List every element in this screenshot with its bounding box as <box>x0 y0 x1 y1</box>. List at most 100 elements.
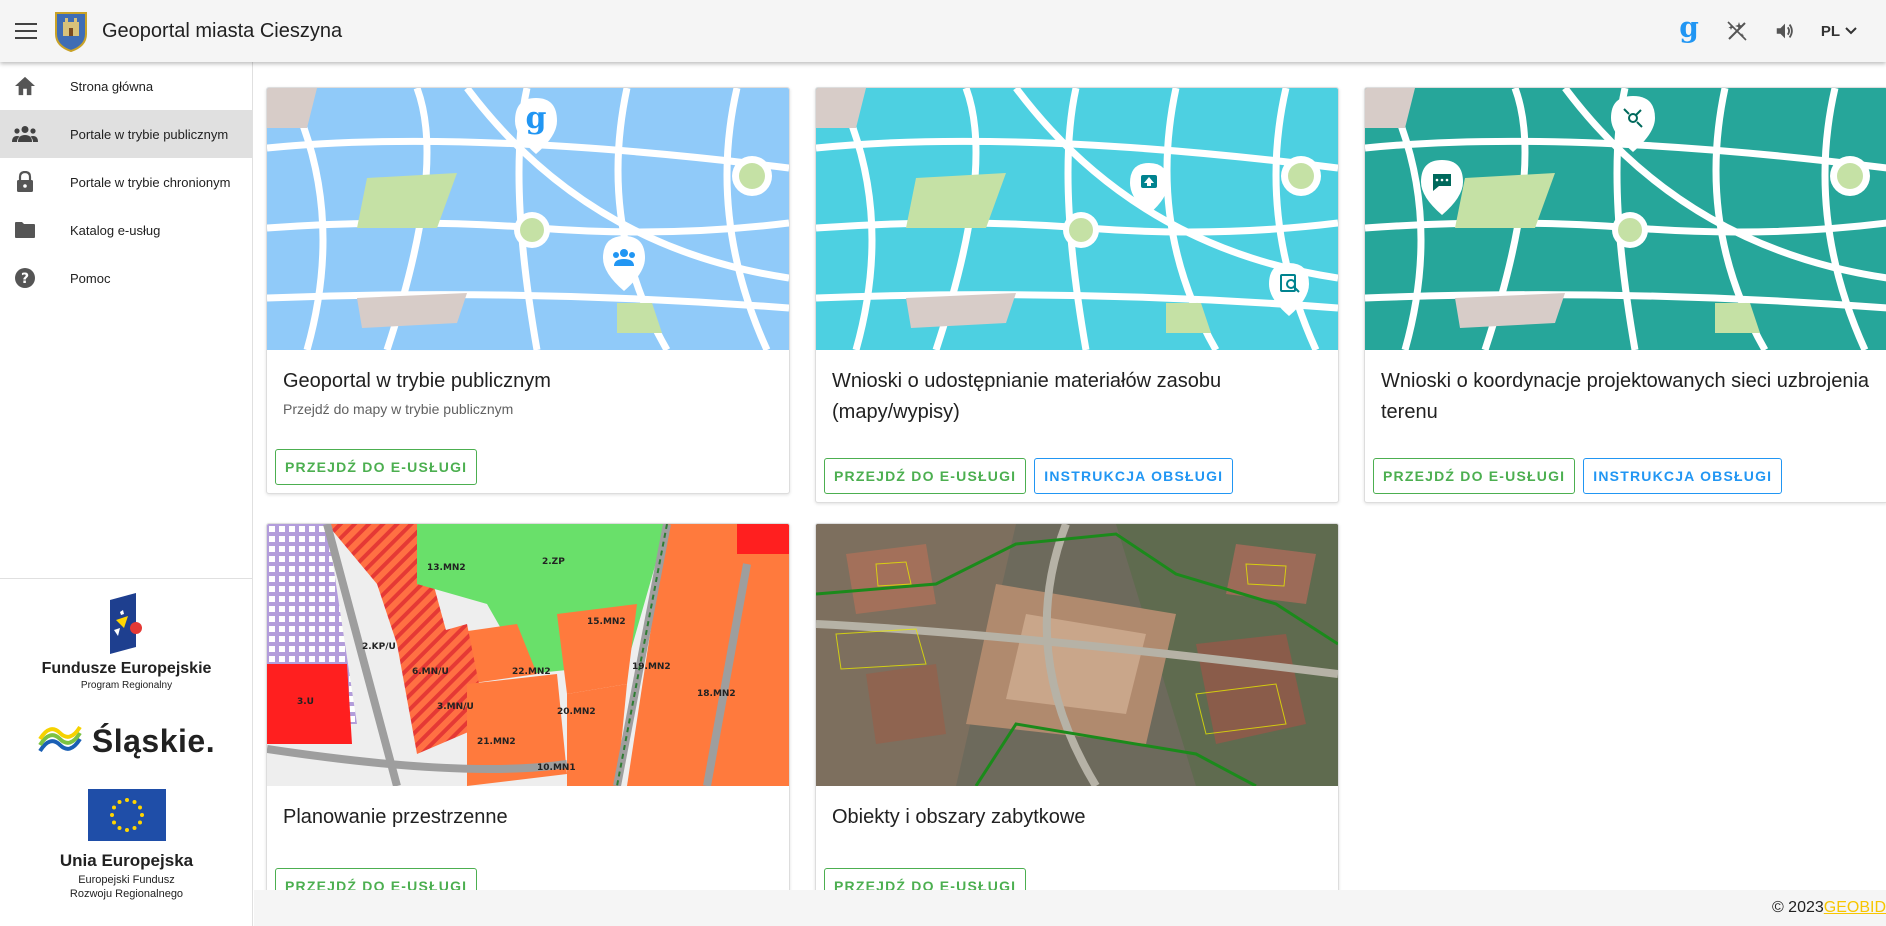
svg-text:18.MN2: 18.MN2 <box>697 689 736 699</box>
help-icon: ? <box>15 268 35 288</box>
svg-text:3.U: 3.U <box>297 697 314 707</box>
card-subtitle: Przejdź do mapy w trybie publicznym <box>283 401 514 417</box>
eu-star-icon <box>109 813 114 817</box>
card-actions: PRZEJDŹ DO E-USŁUGI INSTRUKCJA OBSŁUGI <box>816 458 1241 494</box>
home-icon <box>15 76 35 96</box>
go-to-eservice-button[interactable]: PRZEJDŹ DO E-USŁUGI <box>1373 458 1576 494</box>
logo-eu-subtitle-line2: Rozwoju Regionalnego <box>69 888 184 900</box>
svg-text:g: g <box>1679 15 1699 44</box>
logo-unia-europejska: Unia Europejska Europejski Fundusz Rozwo… <box>60 789 193 901</box>
eu-star-icon <box>117 800 121 804</box>
spatial-planning-map-image[interactable]: 13.MN2 2.ZP 15.MN2 22.MN2 19.MN2 18.MN2 … <box>267 524 789 786</box>
main-content: g Geoportal w trybie publicznym Przejdź … <box>254 62 1886 890</box>
svg-text:15.MN2: 15.MN2 <box>587 617 626 627</box>
logo-eu-subtitle: Europejski Fundusz Rozwoju Regionalnego <box>70 873 183 901</box>
sidebar-item-label: Portale w trybie chronionym <box>70 174 231 190</box>
sidebar-item-label: Strona główna <box>70 78 154 94</box>
chevron-down-icon <box>1845 27 1857 35</box>
logo-slaskie: Śląskie. <box>38 721 215 761</box>
svg-text:?: ? <box>21 271 29 287</box>
eu-star-icon <box>137 820 142 825</box>
card-public-geoportal: g Geoportal w trybie publicznym Przejdź … <box>266 87 790 494</box>
resource-requests-map-image[interactable] <box>816 88 1338 350</box>
animation-toggle-button[interactable] <box>1713 0 1761 62</box>
sidebar-item-eservices-catalog[interactable]: Katalog e-usług <box>0 206 252 254</box>
card-title: Geoportal w trybie publicznym <box>283 370 551 392</box>
funding-logos: Fundusze Europejskie Program Regionalny … <box>0 592 253 901</box>
language-value: PL <box>1820 22 1840 40</box>
app-header: Geoportal miasta Cieszyna g PL <box>0 0 1886 62</box>
logo-eu-subtitle-line1: Europejski Fundusz <box>78 874 175 886</box>
footer-brand-link[interactable]: GEOBID <box>1824 899 1886 917</box>
language-select[interactable]: PL <box>1809 23 1886 40</box>
sidebar-item-label: Pomoc <box>70 270 111 286</box>
eu-star-icon <box>139 813 144 817</box>
slaskie-waves-icon <box>38 725 82 753</box>
eu-star-icon <box>111 820 116 825</box>
go-to-eservice-button[interactable]: PRZEJDŹ DO E-USŁUGI <box>275 868 478 890</box>
svg-text:20.MN2: 20.MN2 <box>557 707 596 717</box>
card-actions: PRZEJDŹ DO E-USŁUGI <box>267 868 485 890</box>
go-to-eservice-button[interactable]: PRZEJDŹ DO E-USŁUGI <box>824 458 1027 494</box>
logo-fe-subtitle: Program Regionalny <box>80 680 173 691</box>
user-manual-button[interactable]: INSTRUKCJA OBSŁUGI <box>1034 458 1234 494</box>
group-icon <box>12 126 38 142</box>
app-title: Geoportal miasta Cieszyna <box>102 19 343 42</box>
network-coordination-map-image[interactable] <box>1365 88 1886 350</box>
svg-text:19.MN2: 19.MN2 <box>632 662 671 672</box>
public-geoportal-map-image[interactable]: g <box>267 88 789 350</box>
card-network-coordination: Wnioski o koordynacje projektowanych sie… <box>1364 87 1886 503</box>
sidebar-divider <box>0 578 253 579</box>
sidebar-item-public-portals[interactable]: Portale w trybie publicznym <box>0 110 252 158</box>
go-to-eservice-button[interactable]: PRZEJDŹ DO E-USŁUGI <box>824 868 1027 890</box>
user-manual-button[interactable]: INSTRUKCJA OBSŁUGI <box>1583 458 1783 494</box>
svg-text:2.ZP: 2.ZP <box>542 557 565 567</box>
header-actions: g PL <box>1665 0 1886 62</box>
card-spatial-planning: 13.MN2 2.ZP 15.MN2 22.MN2 19.MN2 18.MN2 … <box>266 523 790 890</box>
svg-text:g: g <box>526 101 547 136</box>
hamburger-icon <box>15 23 37 39</box>
svg-text:13.MN2: 13.MN2 <box>427 563 466 573</box>
card-actions: PRZEJDŹ DO E-USŁUGI <box>267 449 485 485</box>
geobid-g-icon: g <box>1679 15 1699 44</box>
city-crest-icon <box>55 12 87 52</box>
speech-button[interactable] <box>1761 0 1809 62</box>
fundusze-europejskie-logo-icon <box>109 593 142 654</box>
eu-star-icon <box>132 826 136 830</box>
card-title: Obiekty i obszary zabytkowe <box>832 806 1086 828</box>
eu-star-icon <box>124 798 129 802</box>
heritage-sites-aerial-image[interactable] <box>816 524 1338 786</box>
svg-text:22.MN2: 22.MN2 <box>512 667 551 677</box>
motion-off-icon <box>1727 21 1747 41</box>
eu-star-icon <box>117 826 121 830</box>
svg-text:10.MN1: 10.MN1 <box>537 763 576 773</box>
eu-star-icon <box>132 800 136 804</box>
svg-text:6.MN/U: 6.MN/U <box>412 667 449 677</box>
menu-button[interactable] <box>0 0 52 62</box>
card-title: Wnioski o udostępnianie materiałów zasob… <box>832 370 1222 423</box>
geobid-button[interactable]: g <box>1665 0 1713 62</box>
card-actions: PRZEJDŹ DO E-USŁUGI <box>816 868 1034 890</box>
sidebar-item-label: Katalog e-usług <box>70 222 161 238</box>
sidebar-item-help[interactable]: ? Pomoc <box>0 254 252 302</box>
sidebar: Strona główna Portale w trybie publiczny… <box>0 62 253 926</box>
eu-star-icon <box>124 828 129 832</box>
sidebar-item-home[interactable]: Strona główna <box>0 62 252 110</box>
lock-icon <box>17 171 33 192</box>
sidebar-item-label: Portale w trybie publicznym <box>70 126 229 142</box>
folder-icon <box>15 222 35 238</box>
footer: © 2023 GEOBID <box>254 890 1886 926</box>
svg-text:3.MN/U: 3.MN/U <box>437 702 474 712</box>
go-to-eservice-button[interactable]: PRZEJDŹ DO E-USŁUGI <box>275 449 478 485</box>
card-title: Planowanie przestrzenne <box>283 806 508 828</box>
logo-fundusze-europejskie: Fundusze Europejskie Program Regionalny <box>42 592 211 691</box>
eu-star-icon <box>111 805 116 810</box>
footer-copyright: © 2023 <box>1771 899 1824 916</box>
logo-eu-title: Unia Europejska <box>59 851 194 870</box>
sidebar-item-protected-portals[interactable]: Portale w trybie chronionym <box>0 158 252 206</box>
card-resource-requests: Wnioski o udostępnianie materiałów zasob… <box>815 87 1339 503</box>
eu-flag-icon <box>87 789 166 841</box>
card-heritage-sites: Obiekty i obszary zabytkowe PRZEJDŹ DO E… <box>815 523 1339 890</box>
svg-text:21.MN2: 21.MN2 <box>477 737 516 747</box>
card-title: Wnioski o koordynacje projektowanych sie… <box>1381 370 1870 423</box>
